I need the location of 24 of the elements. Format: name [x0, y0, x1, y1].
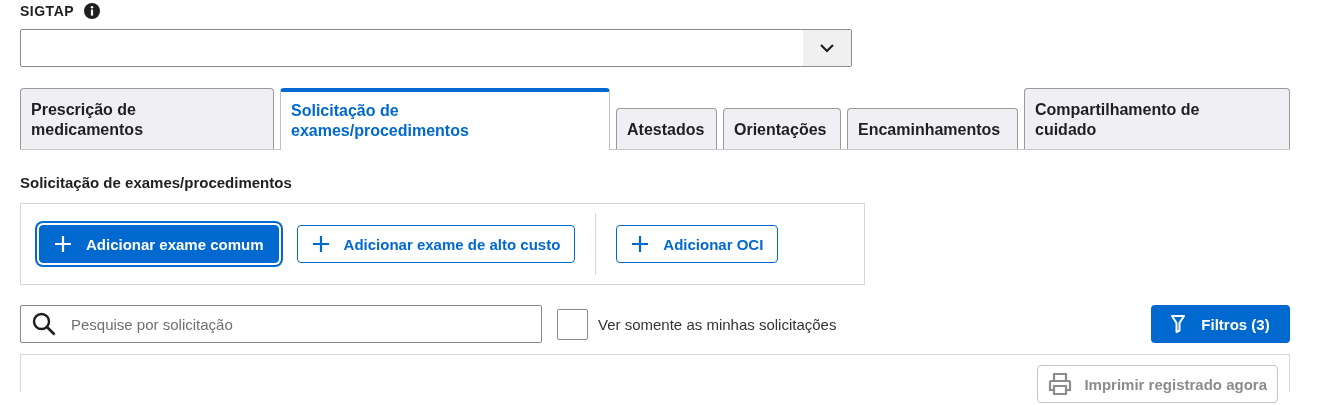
section-title: Solicitação de exames/procedimentos: [20, 174, 293, 191]
plus-icon: [54, 235, 72, 253]
add-button[interactable]: Adicionar exame de alto custo: [296, 225, 576, 263]
funnel-icon: [1171, 315, 1186, 333]
plus-icon: [631, 235, 650, 253]
field-label: SIGTAP: [20, 3, 75, 19]
search-field[interactable]: Pesquise por solicitação: [20, 305, 542, 343]
dropdown-button[interactable]: [803, 30, 851, 66]
sigtap-select[interactable]: [20, 29, 852, 67]
tab[interactable]: Prescrição de medicamentos: [20, 88, 274, 149]
search-icon: [32, 312, 56, 336]
plus-icon: [311, 235, 330, 253]
filter-button[interactable]: Filtros (3): [1151, 305, 1290, 343]
checkbox-label: Ver somente as minhas solicitações: [598, 315, 837, 333]
tab[interactable]: Encaminhamentos: [847, 108, 1018, 149]
info-icon: [84, 3, 101, 19]
checkbox[interactable]: [557, 308, 588, 340]
chevron-down-icon: [820, 43, 834, 53]
tab[interactable]: Compartilhamento de cuidado: [1024, 88, 1290, 149]
add-button[interactable]: Adicionar OCI: [616, 225, 779, 263]
printer-icon: [1048, 372, 1073, 396]
tab[interactable]: Orientações: [723, 108, 841, 149]
tab[interactable]: Solicitação de exames/procedimentos: [280, 88, 610, 150]
tab[interactable]: Atestados: [616, 108, 717, 149]
